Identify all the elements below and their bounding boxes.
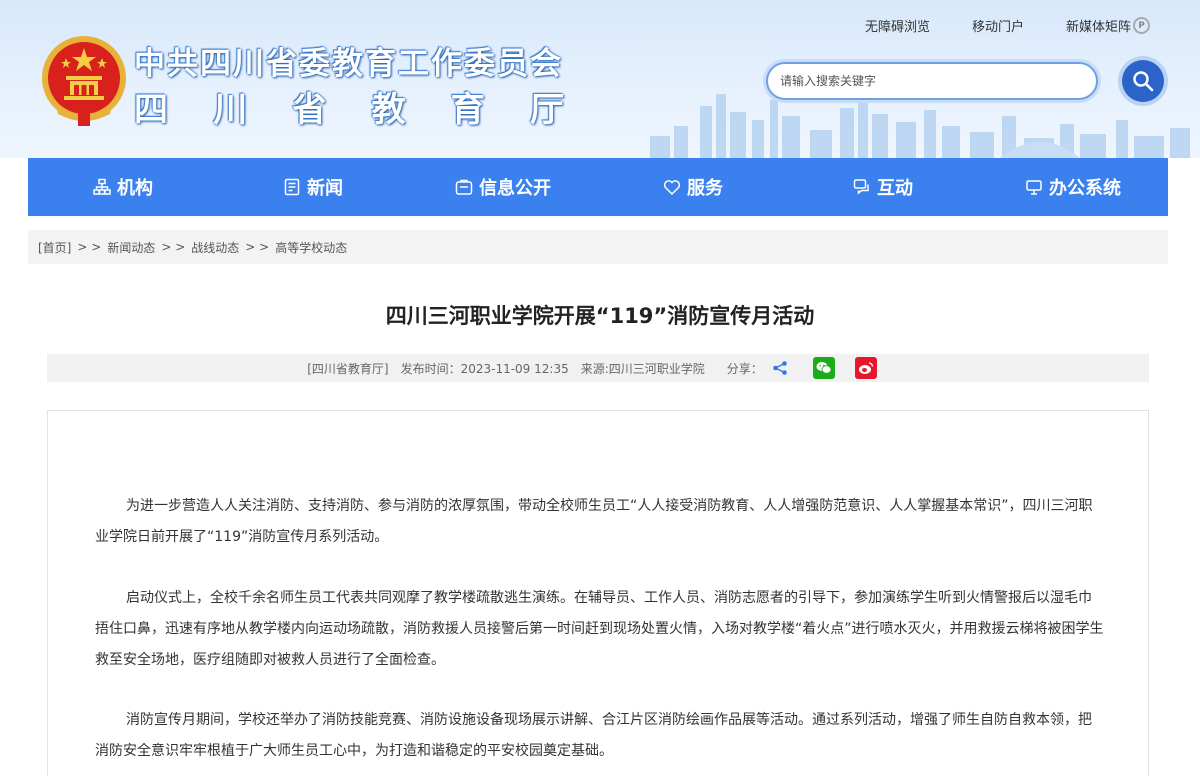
news-icon (284, 178, 300, 196)
breadcrumb-separator: > > (245, 240, 270, 254)
site-header: 中共四川省委教育工作委员会 四 川 省 教 育 厅 无障碍浏览 移动门户 新媒体… (0, 0, 1200, 158)
nav-item-news[interactable]: 新闻 (218, 174, 408, 200)
nav-label: 互动 (877, 178, 913, 199)
accessibility-link[interactable]: 无障碍浏览 (865, 16, 930, 35)
main-nav: 机构 新闻 信息公开 服务 互动 办公系统 (28, 158, 1168, 216)
breadcrumb-separator: > > (161, 240, 186, 254)
article-content: 为进一步营造人人关注消防、支持消防、参与消防的浓厚氛围，带动全校师生员工“人人接… (47, 410, 1149, 776)
nav-label: 信息公开 (479, 178, 551, 199)
org-icon (93, 178, 111, 195)
article-paragraph: 消防宣传月期间，学校还举办了消防技能竞赛、消防设施设备现场展示讲解、合江片区消防… (95, 712, 1092, 759)
mobile-portal-link[interactable]: 移动门户 (972, 16, 1024, 35)
search-button[interactable] (1122, 60, 1164, 102)
weibo-icon (858, 362, 873, 374)
nav-item-office[interactable]: 办公系统 (978, 174, 1168, 200)
national-emblem-logo (42, 36, 126, 126)
top-links: 无障碍浏览 移动门户 新媒体矩阵 P (823, 16, 1150, 35)
title-char: 育 (450, 90, 485, 130)
article-paragraph: 启动仪式上，全校千余名师生员工代表共同观摩了教学楼疏散逃生演练。在辅导员、工作人… (95, 590, 1104, 668)
nav-label: 新闻 (307, 178, 343, 199)
weibo-share-button[interactable] (854, 357, 877, 379)
share-label: 分享： (726, 361, 763, 376)
office-icon (1026, 180, 1042, 195)
article-paragraph: 为进一步营造人人关注消防、支持消防、参与消防的浓厚氛围，带动全校师生员工“人人接… (95, 498, 1093, 545)
nav-item-info[interactable]: 信息公开 (408, 174, 598, 200)
breadcrumb-home[interactable]: [首页] (38, 239, 71, 256)
share-button[interactable] (769, 357, 791, 379)
share-icon (772, 361, 787, 375)
search-box (766, 62, 1098, 100)
title-char: 厅 (529, 90, 564, 130)
site-title-committee: 中共四川省委教育工作委员会 (134, 46, 563, 82)
new-media-link[interactable]: 新媒体矩阵 P (1066, 16, 1150, 35)
article-title: 四川三河职业学院开展“119”消防宣传月活动 (385, 304, 815, 328)
search-input[interactable] (780, 74, 1096, 88)
nav-item-interact[interactable]: 互动 (788, 174, 978, 200)
service-icon (663, 180, 681, 196)
nav-label: 办公系统 (1049, 178, 1121, 199)
title-char: 川 (213, 90, 248, 130)
title-char: 省 (292, 90, 327, 130)
new-media-link-label: 新媒体矩阵 (1065, 20, 1131, 35)
source: 来源:四川三河职业学院 (580, 361, 705, 376)
breadcrumb-higher-ed[interactable]: 高等学校动态 (275, 239, 347, 256)
wechat-share-button[interactable] (812, 357, 835, 379)
info-icon (455, 179, 473, 195)
article-meta: [四川省教育厅] 发布时间：2023-11-09 12:35 来源:四川三河职业… (47, 354, 1149, 382)
breadcrumb-separator: > > (77, 240, 102, 254)
nav-item-org[interactable]: 机构 (28, 174, 218, 200)
breadcrumb: [首页] > > 新闻动态 > > 战线动态 > > 高等学校动态 (28, 230, 1168, 264)
nav-label: 机构 (117, 178, 153, 199)
site-title-department: 四 川 省 教 育 厅 (134, 82, 564, 131)
publisher: [四川省教育厅] (307, 361, 389, 376)
wechat-icon (816, 362, 832, 374)
search-icon (1133, 71, 1154, 92)
title-char: 教 (371, 90, 406, 130)
title-char: 四 (134, 90, 168, 130)
nav-label: 服务 (687, 178, 723, 199)
publish-time: 发布时间：2023-11-09 12:35 (400, 361, 569, 376)
interact-icon (853, 179, 869, 195)
new-media-icon: P (1133, 17, 1150, 34)
breadcrumb-sector[interactable]: 战线动态 (191, 239, 239, 256)
nav-item-service[interactable]: 服务 (598, 174, 788, 200)
breadcrumb-news[interactable]: 新闻动态 (107, 239, 155, 256)
